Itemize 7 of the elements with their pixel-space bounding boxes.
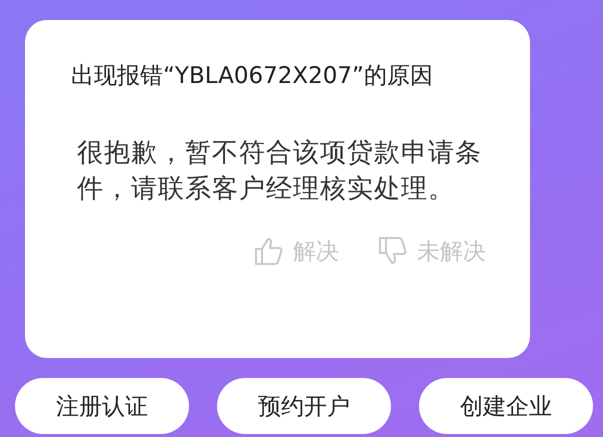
quick-reply-button[interactable]: 注册认证 [15, 378, 189, 434]
quick-reply-button[interactable]: 预约开户 [217, 378, 391, 434]
quick-reply-button[interactable]: 创建企业 [419, 378, 593, 434]
thumbs-up-icon[interactable] [253, 235, 285, 267]
message-text: 很抱歉，暂不符合该项贷款申请条件，请联系客户经理核实处理。 [76, 137, 483, 206]
thumbs-down-icon[interactable] [377, 235, 409, 267]
message-title: 出现报错“YBLA0672X207”的原因 [71, 62, 434, 91]
